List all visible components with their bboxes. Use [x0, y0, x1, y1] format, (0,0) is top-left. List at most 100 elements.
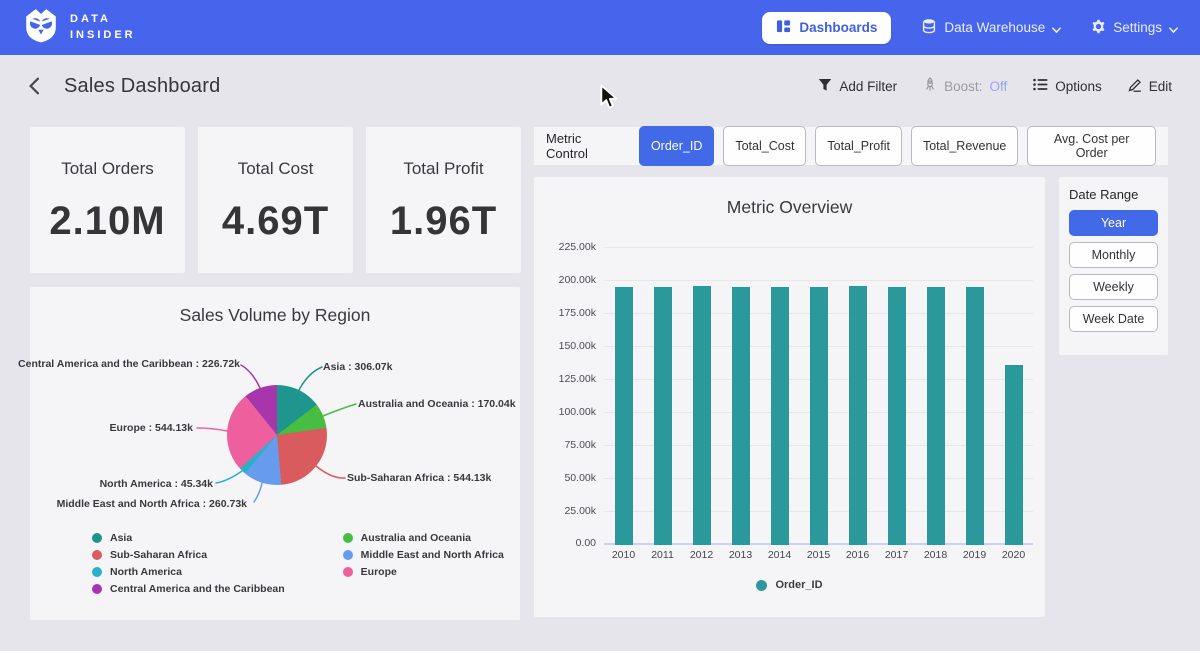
- pie-legend-item-europe[interactable]: Europe: [343, 566, 504, 578]
- x-tick-2015: 2015: [799, 549, 838, 561]
- x-tick-2011: 2011: [643, 549, 682, 561]
- pie-legend-item-sub-saharan-africa[interactable]: Sub-Saharan Africa: [92, 549, 285, 561]
- y-tick-label: 150.00k: [559, 340, 596, 352]
- y-tick-label: 175.00k: [559, 307, 596, 319]
- kpi-card-total-orders: Total Orders 2.10M: [30, 127, 185, 273]
- pie-label-middle-east-and-north-africa: Middle East and North Africa : 260.73k: [57, 498, 247, 510]
- pie-label-sub-saharan-africa: Sub-Saharan Africa : 544.13k: [347, 472, 491, 484]
- bar-2016[interactable]: [849, 286, 867, 545]
- pie-legend-item-australia-and-oceania[interactable]: Australia and Oceania: [343, 532, 504, 544]
- pie-legend-item-asia[interactable]: Asia: [92, 532, 285, 544]
- date-range-option-monthly[interactable]: Monthly: [1069, 242, 1158, 268]
- legend-dot: [343, 550, 353, 560]
- kpi-label: Total Profit: [403, 159, 483, 179]
- x-tick-2012: 2012: [682, 549, 721, 561]
- y-tick-label: 225.00k: [559, 241, 596, 253]
- x-tick-2016: 2016: [838, 549, 877, 561]
- bar-2017[interactable]: [888, 287, 906, 545]
- bar-2020[interactable]: [1005, 365, 1023, 545]
- nav-dashboards-button[interactable]: Dashboards: [762, 12, 891, 44]
- legend-label: Middle East and North Africa: [361, 549, 504, 561]
- add-filter-button[interactable]: Add Filter: [818, 78, 897, 95]
- pie-legend-item-north-america[interactable]: North America: [92, 566, 285, 578]
- back-button[interactable]: [28, 75, 50, 97]
- dashboards-grid-icon: [776, 19, 791, 37]
- kpi-card-total-profit: Total Profit 1.96T: [366, 127, 521, 273]
- bar-chart-x-axis: 2010201120122013201420152016201720182019…: [604, 549, 1033, 561]
- page-title: Sales Dashboard: [64, 75, 220, 98]
- x-tick-2010: 2010: [604, 549, 643, 561]
- y-tick-label: 100.00k: [559, 406, 596, 418]
- pie-label-europe: Europe : 544.13k: [110, 422, 193, 434]
- filter-funnel-icon: [818, 78, 832, 95]
- owl-logo-icon: [22, 5, 60, 50]
- pie-legend-item-central-america-and-the-caribbean[interactable]: Central America and the Caribbean: [92, 583, 285, 595]
- pie-chart[interactable]: [227, 385, 327, 485]
- legend-label: Asia: [110, 532, 132, 544]
- y-tick-label: 125.00k: [559, 373, 596, 385]
- metric-option-total-profit[interactable]: Total_Profit: [815, 126, 902, 166]
- legend-dot: [343, 533, 353, 543]
- metric-control-bar: Metric Control Order_IDTotal_CostTotal_P…: [534, 127, 1168, 165]
- boost-label: Boost:: [944, 79, 982, 94]
- y-tick-label: 25.00k: [564, 505, 596, 517]
- metric-control-label: Metric Control: [546, 131, 626, 161]
- metric-option-order-id[interactable]: Order_ID: [639, 126, 714, 166]
- bar-2011[interactable]: [654, 287, 672, 545]
- date-range-option-week-date[interactable]: Week Date: [1069, 306, 1158, 332]
- legend-label: Central America and the Caribbean: [110, 583, 285, 595]
- date-range-card: Date Range YearMonthlyWeeklyWeek Date: [1059, 177, 1168, 355]
- edit-label: Edit: [1149, 79, 1172, 94]
- y-tick-label: 0.00: [576, 537, 596, 549]
- pie-label-asia: Asia : 306.07k: [323, 361, 392, 373]
- legend-dot: [92, 533, 102, 543]
- top-nav-bar: DATA INSIDER Dashboards Da: [0, 0, 1200, 55]
- nav-data-warehouse-button[interactable]: Data Warehouse: [921, 18, 1061, 37]
- nav-settings-button[interactable]: Settings: [1091, 19, 1178, 37]
- pie-legend-item-middle-east-and-north-africa[interactable]: Middle East and North Africa: [343, 549, 504, 561]
- legend-dot: [92, 550, 102, 560]
- legend-label-order-id: Order_ID: [775, 579, 822, 591]
- bar-2012[interactable]: [693, 286, 711, 545]
- metric-option-avg-cost-per-order[interactable]: Avg. Cost per Order: [1027, 126, 1156, 166]
- bar-chart-title: Metric Overview: [534, 197, 1045, 218]
- brand-name: DATA INSIDER: [70, 12, 136, 44]
- bar-2019[interactable]: [966, 287, 984, 545]
- kpi-card-total-cost: Total Cost 4.69T: [198, 127, 353, 273]
- options-button[interactable]: Options: [1033, 78, 1102, 94]
- database-icon: [921, 18, 937, 37]
- legend-label: Australia and Oceania: [361, 532, 471, 544]
- pie-label-australia-and-oceania: Australia and Oceania : 170.04k: [358, 398, 516, 410]
- date-range-option-weekly[interactable]: Weekly: [1069, 274, 1158, 300]
- edit-button[interactable]: Edit: [1128, 78, 1172, 95]
- x-tick-2013: 2013: [721, 549, 760, 561]
- pencil-icon: [1128, 78, 1142, 95]
- bar-2014[interactable]: [771, 287, 789, 545]
- kpi-label: Total Orders: [61, 159, 154, 179]
- bar-chart-plot-area: 0.0025.00k50.00k75.00k100.00k125.00k150.…: [604, 248, 1033, 545]
- legend-label: Europe: [361, 566, 397, 578]
- x-tick-2018: 2018: [916, 549, 955, 561]
- x-tick-2019: 2019: [955, 549, 994, 561]
- bar-2018[interactable]: [927, 287, 945, 545]
- x-tick-2020: 2020: [994, 549, 1033, 561]
- pie-label-central-america-and-the-caribbean: Central America and the Caribbean : 226.…: [18, 358, 240, 370]
- kpi-label: Total Cost: [238, 159, 314, 179]
- legend-label: North America: [110, 566, 182, 578]
- bar-chart-legend[interactable]: Order_ID: [534, 579, 1045, 591]
- boost-toggle[interactable]: Boost: Off: [923, 77, 1007, 95]
- date-range-option-year[interactable]: Year: [1069, 210, 1158, 236]
- metric-control-options: Order_IDTotal_CostTotal_ProfitTotal_Reve…: [639, 126, 1156, 166]
- bar-2010[interactable]: [615, 287, 633, 545]
- bar-2013[interactable]: [732, 287, 750, 545]
- options-label: Options: [1055, 79, 1102, 94]
- metric-option-total-revenue[interactable]: Total_Revenue: [911, 126, 1018, 166]
- metric-option-total-cost[interactable]: Total_Cost: [723, 126, 806, 166]
- y-tick-label: 50.00k: [564, 472, 596, 484]
- bar-2015[interactable]: [810, 287, 828, 545]
- kpi-value: 4.69T: [222, 199, 329, 244]
- add-filter-label: Add Filter: [839, 79, 897, 94]
- nav-settings-label: Settings: [1113, 20, 1162, 35]
- brand: DATA INSIDER: [22, 5, 136, 50]
- legend-dot: [92, 567, 102, 577]
